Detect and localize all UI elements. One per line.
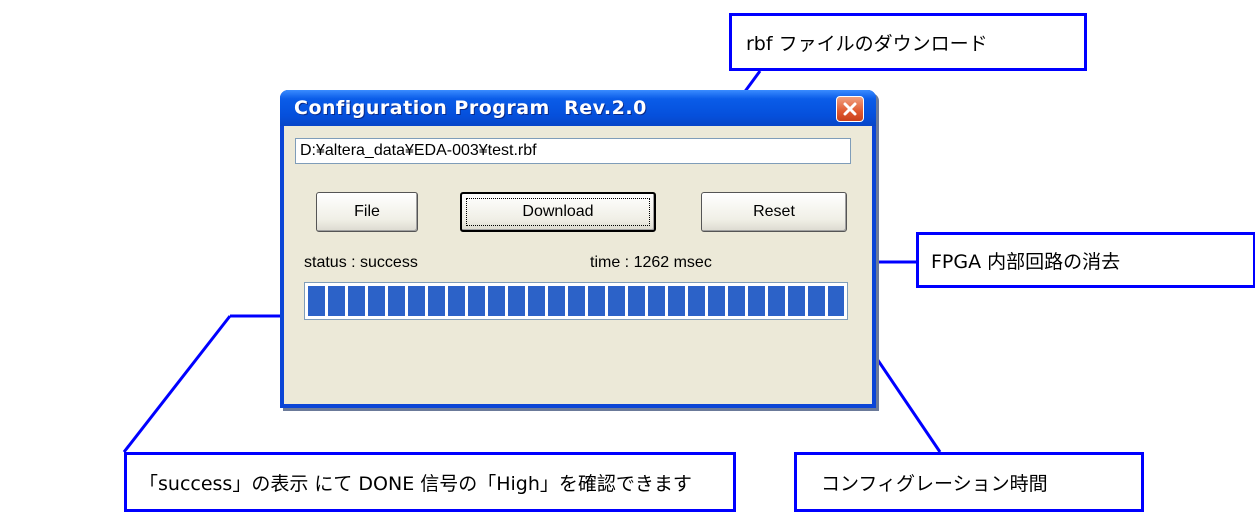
success-leader-diag <box>122 315 232 453</box>
callout-success: 「success」の表示 にて DONE 信号の「High」を確認できます <box>124 452 736 512</box>
callout-time-text: コンフィグレーション時間 <box>821 472 1048 495</box>
callout-reset: FPGA 内部回路の消去 <box>916 232 1255 288</box>
reset-button[interactable]: Reset <box>701 192 847 232</box>
close-button[interactable] <box>836 96 864 122</box>
download-button-label: Download <box>522 203 594 220</box>
file-path-field[interactable]: D:¥altera_data¥EDA-003¥test.rbf <box>295 138 851 164</box>
callout-success-text: 「success」の表示 にて DONE 信号の「High」を確認できます <box>139 472 692 495</box>
callout-download-text: rbf ファイルのダウンロード <box>746 32 988 55</box>
download-button[interactable]: Download <box>460 192 656 232</box>
file-button-label: File <box>354 203 380 220</box>
file-button[interactable]: File <box>316 192 418 232</box>
config-window: Configuration Program Rev.2.0 D:¥altera_… <box>280 90 876 408</box>
close-icon <box>843 102 857 116</box>
window-title: Configuration Program Rev.2.0 <box>294 97 647 119</box>
progress-bar-fill <box>308 286 844 316</box>
time-text: time : 1262 msec <box>590 254 712 271</box>
window-client-area: D:¥altera_data¥EDA-003¥test.rbf File Dow… <box>284 126 872 404</box>
reset-button-label: Reset <box>753 203 795 220</box>
title-bar[interactable]: Configuration Program Rev.2.0 <box>280 90 876 126</box>
callout-time: コンフィグレーション時間 <box>794 452 1144 512</box>
status-text: status : success <box>304 254 418 271</box>
callout-reset-text: FPGA 内部回路の消去 <box>931 250 1121 273</box>
callout-download: rbf ファイルのダウンロード <box>729 13 1087 71</box>
progress-bar <box>304 282 848 320</box>
